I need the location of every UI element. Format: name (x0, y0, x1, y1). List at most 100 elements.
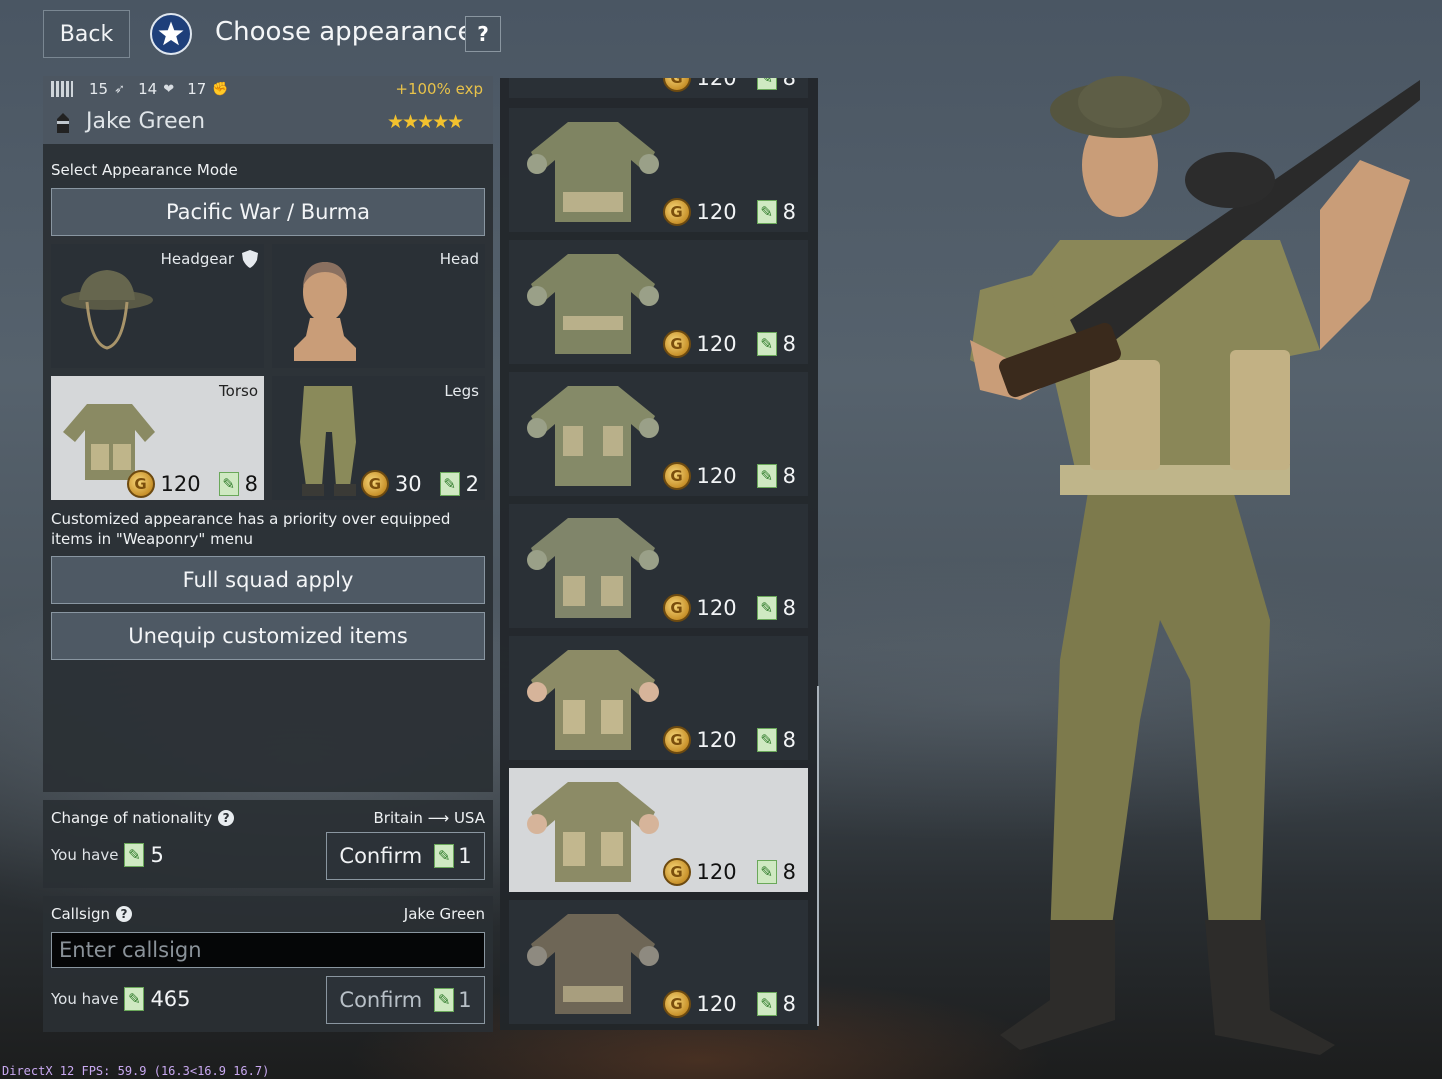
legs-image (300, 386, 356, 496)
list-item[interactable]: G 120 ✎ 8 (509, 900, 808, 1024)
you-have-label: You have (51, 990, 119, 1008)
gold-value: 120 (696, 596, 737, 620)
sprint-icon: ➶ (114, 82, 125, 97)
item-price: G 120 ✎ 8 (662, 330, 796, 358)
ticket-value: 8 (782, 596, 796, 620)
page-title: Choose appearance (215, 17, 474, 47)
torso-item-list[interactable]: G 120 ✎ 8 G 120 ✎ 8 G 120 ✎ 8 G 120 ✎ 8 (500, 78, 818, 1030)
item-price: G 120 ✎ 8 (662, 78, 796, 92)
ticket-value: 8 (782, 464, 796, 488)
slot-torso[interactable]: Torso G 120 ✎ 8 (51, 376, 264, 500)
gold-coin-icon: G (662, 990, 691, 1018)
item-price: G 120 ✎ 8 (662, 990, 796, 1018)
list-item[interactable]: G 120 ✎ 8 (509, 636, 808, 760)
item-price: G 120 ✎ 8 (662, 198, 796, 226)
item-list-scrollbar[interactable] (817, 686, 819, 1026)
slot-legs[interactable]: Legs G 30 ✎ 2 (272, 376, 485, 500)
ticket-value: 8 (782, 332, 796, 356)
torso-image (527, 254, 659, 354)
gold-coin-icon: G (360, 470, 389, 498)
gold-value: 120 (696, 332, 737, 356)
confirm-cost: 1 (458, 844, 472, 868)
balance-value: 5 (150, 843, 164, 867)
gold-coin-icon: G (662, 594, 691, 622)
confirm-label: Confirm (339, 844, 423, 868)
gold-value: 120 (696, 728, 737, 752)
soldier-stars: ★★★★★ (387, 111, 464, 133)
help-button[interactable]: ? (465, 16, 501, 52)
back-button[interactable]: Back (43, 10, 130, 58)
soldier-preview[interactable] (940, 60, 1420, 1060)
gold-value: 120 (696, 78, 737, 90)
nationality-panel: Change of nationality ? Britain ⟶ USA Yo… (43, 800, 493, 888)
torso-image (527, 650, 659, 750)
callsign-panel: Callsign ? Jake Green You have ✎ 465 Con… (43, 896, 493, 1032)
slot-label: Torso (219, 382, 258, 400)
full-squad-apply-button[interactable]: Full squad apply (51, 556, 485, 604)
unequip-customized-button[interactable]: Unequip customized items (51, 612, 485, 660)
heart-icon: ❤ (163, 82, 175, 97)
appearance-mode-button[interactable]: Pacific War / Burma (51, 188, 485, 236)
gold-value: 120 (696, 200, 737, 224)
item-price: G 120 ✎ 8 (662, 594, 796, 622)
balance-value: 465 (150, 987, 191, 1011)
ticket-icon: ✎ (756, 200, 777, 224)
gold-coin-icon: G (662, 78, 691, 92)
list-item[interactable]: G 120 ✎ 8 (509, 504, 808, 628)
gold-value: 30 (394, 472, 422, 496)
help-icon[interactable]: ? (218, 810, 235, 826)
nationality-confirm-button[interactable]: Confirm ✎ 1 (326, 832, 485, 880)
priority-notice: Customized appearance has a priority ove… (51, 510, 451, 548)
slot-head[interactable]: Head (272, 244, 485, 368)
callsign-input[interactable] (51, 932, 485, 968)
from-nation: Britain (373, 809, 423, 827)
list-item[interactable]: G 120 ✎ 8 (509, 108, 808, 232)
mode-label: Select Appearance Mode (51, 161, 238, 179)
slot-headgear[interactable]: Headgear (51, 244, 264, 368)
ticket-icon: ✎ (756, 728, 777, 752)
fist-icon: ✊ (212, 82, 229, 97)
ticket-value: 2 (465, 472, 479, 496)
ticket-icon: ✎ (756, 464, 777, 488)
callsign-balance: You have ✎ 465 (51, 987, 191, 1011)
you-have-label: You have (51, 846, 119, 864)
arrow-icon: ⟶ (427, 809, 450, 827)
gold-coin-icon: G (662, 330, 691, 358)
list-item[interactable]: G 120 ✎ 8 (509, 78, 808, 98)
torso-image (527, 914, 659, 1014)
ticket-icon: ✎ (756, 992, 777, 1016)
ticket-icon: ✎ (756, 860, 777, 884)
nationality-title: Change of nationality ? (51, 809, 235, 827)
ticket-value: 8 (782, 860, 796, 884)
gold-value: 120 (696, 860, 737, 884)
help-icon[interactable]: ? (116, 906, 133, 922)
ticket-value: 8 (782, 78, 796, 90)
ammo-icon (51, 81, 73, 97)
list-item[interactable]: G 120 ✎ 8 (509, 372, 808, 496)
gold-coin-icon: G (662, 858, 691, 886)
soldier-stats: 15 ➶ 14 ❤ 17 ✊ (51, 80, 230, 98)
slot-label: Head (439, 250, 479, 268)
nationality-change: Britain ⟶ USA (374, 809, 486, 827)
star-emblem-icon (150, 13, 192, 55)
item-price: G 120 ✎ 8 (662, 726, 796, 754)
list-item-selected[interactable]: G 120 ✎ 8 (509, 768, 808, 892)
torso-image (527, 122, 659, 222)
list-item[interactable]: G 120 ✎ 8 (509, 240, 808, 364)
soldier-card[interactable]: 15 ➶ 14 ❤ 17 ✊ +100% exp Jake Green ★★★★… (43, 76, 493, 144)
callsign-confirm-button[interactable]: Confirm ✎ 1 (326, 976, 485, 1024)
gold-coin-icon: G (126, 470, 155, 498)
slot-label: Headgear (160, 250, 234, 268)
ticket-icon: ✎ (756, 596, 777, 620)
legs-price: G 30 ✎ 2 (360, 470, 479, 498)
item-price: G 120 ✎ 8 (662, 462, 796, 490)
shield-icon (242, 250, 258, 268)
confirm-cost: 1 (458, 988, 472, 1012)
gold-value: 120 (696, 464, 737, 488)
stat-value: 17 (187, 80, 207, 98)
exp-bonus: +100% exp (395, 80, 483, 98)
ticket-icon: ✎ (124, 843, 145, 867)
ticket-icon: ✎ (756, 332, 777, 356)
stat-value: 15 (89, 80, 109, 98)
to-nation: USA (453, 809, 485, 827)
